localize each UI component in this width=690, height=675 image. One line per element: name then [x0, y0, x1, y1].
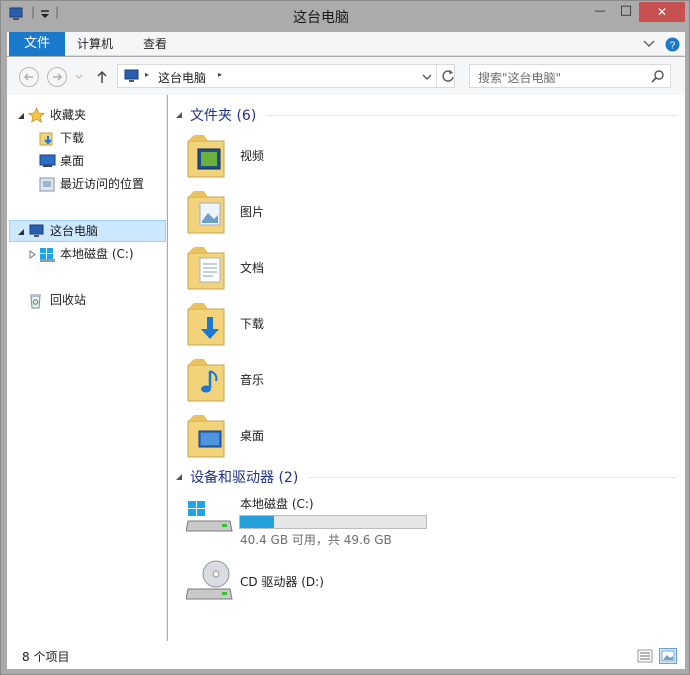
- this-pc-icon: [29, 224, 44, 237]
- search-input[interactable]: 搜索"这台电脑": [478, 69, 561, 86]
- explorer-window: | | 这台电脑 — □ ✕ 文件 计算机 查看 ? ▸ 这台电脑 ▸ 搜索"这…: [0, 0, 690, 675]
- nav-label: 本地磁盘 (C:): [60, 247, 134, 261]
- nav-item-downloads[interactable]: 下载: [39, 127, 159, 149]
- item-count: 8 个项目: [22, 650, 70, 664]
- nav-favorites[interactable]: 收藏夹: [17, 104, 157, 126]
- nav-label: 收藏夹: [50, 108, 87, 122]
- large-icons-view-icon[interactable]: [659, 648, 677, 664]
- group-header-devices[interactable]: 设备和驱动器 (2): [190, 467, 298, 489]
- local-disk-icon: [186, 501, 233, 532]
- refresh-icon[interactable]: [441, 69, 455, 83]
- folder-label: 桌面: [240, 429, 265, 443]
- nav-label: 下载: [60, 131, 85, 145]
- folder-item-videos[interactable]: 视频: [186, 129, 486, 181]
- expanded-arrow-icon[interactable]: [17, 112, 25, 120]
- drive-label: CD 驱动器 (D:): [240, 575, 324, 589]
- folder-label: 文档: [240, 261, 265, 275]
- expanded-arrow-icon[interactable]: [17, 228, 25, 236]
- nav-this-pc[interactable]: 这台电脑: [17, 220, 157, 242]
- breadcrumb-separator[interactable]: ▸: [145, 70, 149, 79]
- downloads-folder-icon: [39, 132, 53, 146]
- breadcrumb-separator[interactable]: ▸: [218, 70, 222, 79]
- folder-item-downloads[interactable]: 下载: [186, 297, 486, 349]
- desktop-folder-icon: [187, 415, 225, 458]
- music-folder-icon: [187, 359, 225, 402]
- chevron-down-icon[interactable]: [422, 74, 432, 81]
- arrow-left-icon: [23, 73, 33, 81]
- group-header-folders[interactable]: 文件夹 (6): [190, 105, 256, 127]
- group-divider: [266, 115, 677, 116]
- navigation-pane: 收藏夹 下载 桌面 最近访问的位置 这台电脑 本地磁盘 (C:) 回收站: [7, 95, 167, 641]
- cd-drive-icon: [186, 560, 233, 600]
- address-bar[interactable]: ▸ 这台电脑 ▸: [117, 64, 455, 88]
- minimize-icon: —: [594, 4, 606, 17]
- maximize-button[interactable]: □: [613, 2, 639, 22]
- details-view-icon[interactable]: [637, 649, 653, 663]
- search-box[interactable]: 搜索"这台电脑": [469, 64, 671, 88]
- group-collapse-icon[interactable]: [175, 111, 183, 119]
- recent-places-icon: [39, 177, 55, 192]
- forward-button[interactable]: [47, 67, 67, 87]
- recent-locations-icon[interactable]: [75, 74, 83, 80]
- ribbon: 文件 计算机 查看 ?: [7, 32, 685, 56]
- folder-label: 下载: [240, 317, 265, 331]
- arrow-up-icon[interactable]: [96, 70, 108, 84]
- group-divider: [308, 477, 677, 478]
- title-bar: | | 这台电脑 — □ ✕: [1, 1, 689, 31]
- back-button[interactable]: [19, 67, 39, 87]
- svg-text:?: ?: [670, 41, 676, 52]
- local-disk-icon: [40, 248, 55, 262]
- pictures-folder-icon: [187, 191, 225, 234]
- status-bar: 8 个项目: [7, 641, 685, 669]
- breadcrumb-this-pc[interactable]: 这台电脑: [158, 69, 206, 86]
- folder-item-documents[interactable]: 文档: [186, 241, 486, 293]
- nav-label: 桌面: [60, 154, 85, 168]
- tab-computer[interactable]: 计算机: [77, 32, 113, 56]
- divider: [436, 65, 437, 87]
- maximize-icon: □: [619, 3, 633, 18]
- tab-view[interactable]: 查看: [143, 32, 167, 56]
- drive-label: 本地磁盘 (C:): [240, 497, 314, 511]
- drive-space-text: 40.4 GB 可用，共 49.6 GB: [240, 533, 392, 547]
- group-collapse-icon[interactable]: [175, 473, 183, 481]
- help-icon[interactable]: ?: [665, 37, 680, 52]
- close-icon: ✕: [656, 5, 668, 19]
- nav-label: 回收站: [50, 293, 87, 307]
- folder-item-desktop[interactable]: 桌面: [186, 409, 486, 461]
- desktop-icon: [39, 154, 56, 167]
- nav-label: 这台电脑: [50, 224, 99, 238]
- minimize-button[interactable]: —: [587, 2, 613, 22]
- navigation-bar: ▸ 这台电脑 ▸ 搜索"这台电脑": [7, 57, 685, 95]
- nav-label: 最近访问的位置: [60, 177, 145, 191]
- this-pc-icon: [124, 69, 139, 82]
- videos-folder-icon: [187, 135, 225, 178]
- window-title: 这台电脑: [293, 10, 349, 26]
- search-icon[interactable]: [651, 69, 665, 83]
- downloads-folder-icon: [187, 303, 225, 346]
- drive-usage-bar: [239, 515, 427, 529]
- documents-folder-icon: [187, 247, 225, 290]
- recycle-bin-icon: [30, 294, 41, 309]
- folder-label: 视频: [240, 149, 265, 163]
- chevron-down-icon[interactable]: [643, 40, 655, 48]
- star-icon: [28, 107, 45, 123]
- content-pane: 文件夹 (6) 视频 图片 文档 下载 音乐 桌面 设备和驱动器 (2) 本地磁…: [168, 95, 685, 641]
- folder-item-pictures[interactable]: 图片: [186, 185, 486, 237]
- nav-item-local-disk[interactable]: 本地磁盘 (C:): [29, 243, 164, 265]
- drive-item-d[interactable]: CD 驱动器 (D:): [186, 557, 466, 613]
- folder-item-music[interactable]: 音乐: [186, 353, 486, 405]
- close-button[interactable]: ✕: [639, 2, 685, 22]
- collapsed-arrow-icon[interactable]: [29, 250, 36, 259]
- nav-item-recycle-bin[interactable]: 回收站: [28, 289, 163, 311]
- nav-item-desktop[interactable]: 桌面: [39, 150, 159, 172]
- folder-label: 图片: [240, 205, 265, 219]
- nav-item-recent-places[interactable]: 最近访问的位置: [39, 173, 164, 195]
- arrow-right-icon: [53, 73, 63, 81]
- tab-file[interactable]: 文件: [9, 32, 65, 56]
- drive-usage-fill: [240, 516, 275, 528]
- folder-label: 音乐: [240, 373, 265, 387]
